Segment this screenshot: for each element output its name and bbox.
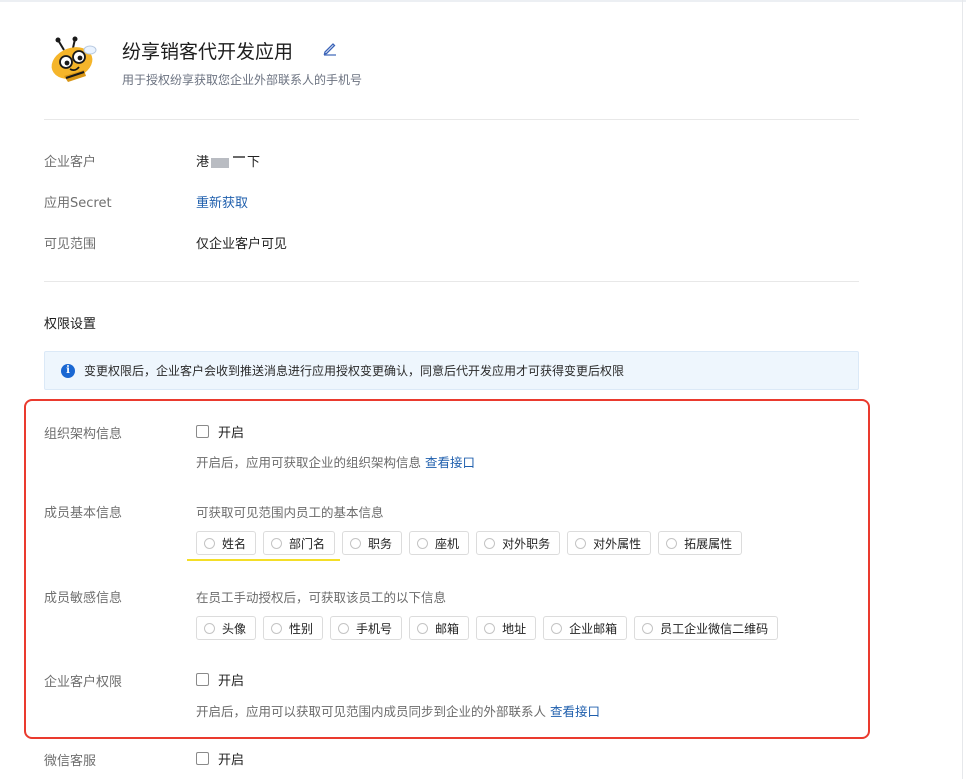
wechat-service-checkbox[interactable] (196, 752, 209, 765)
member-basic-options: 姓名 部门名 职务 座机 对外职务 对外属性 拓展属性 (196, 531, 743, 555)
option-label: 部门名 (289, 536, 326, 551)
radio-circle (350, 537, 362, 549)
option-external-attributes[interactable]: 对外属性 (567, 531, 652, 555)
customer-permission-checkbox[interactable] (196, 673, 209, 686)
radio-circle (551, 622, 563, 634)
enterprise-customer-value-suffix: 下 (247, 155, 261, 170)
option-label: 姓名 (222, 536, 247, 551)
notice-text: 变更权限后，企业客户会收到推送消息进行应用授权变更确认，同意后代开发应用才可获得… (84, 364, 625, 378)
divider (44, 281, 859, 282)
option-label: 性别 (289, 621, 314, 636)
member-sensitive-label: 成员敏感信息 (44, 591, 123, 606)
option-label: 地址 (502, 621, 527, 636)
app-description: 用于授权纷享获取您企业外部联系人的手机号 (122, 73, 363, 87)
org-structure-hint-text: 开启后，应用可获取企业的组织架构信息 (196, 455, 422, 470)
permissions-title: 权限设置 (44, 317, 97, 332)
customer-permission-label: 企业客户权限 (44, 675, 123, 690)
bee-mascot-icon (51, 36, 97, 82)
option-extended-attributes[interactable]: 拓展属性 (658, 531, 743, 555)
option-label: 座机 (435, 536, 460, 551)
highlight-underline (187, 559, 340, 561)
org-structure-hint: 开启后，应用可获取企业的组织架构信息 查看接口 (196, 452, 475, 471)
org-structure-api-link[interactable]: 查看接口 (425, 455, 475, 470)
customer-permission-hint-text: 开启后，应用可以获取可见范围内成员同步到企业的外部联系人 (196, 704, 547, 719)
radio-circle (204, 537, 215, 549)
option-enterprise-email[interactable]: 企业邮箱 (543, 616, 628, 640)
option-mobile[interactable]: 手机号 (330, 616, 403, 640)
org-structure-checkbox[interactable] (196, 425, 209, 438)
top-border (0, 0, 966, 2)
option-label: 对外属性 (593, 536, 642, 551)
radio-circle (484, 622, 496, 634)
option-external-position[interactable]: 对外职务 (476, 531, 561, 555)
radio-circle (417, 622, 429, 634)
enterprise-customer-value-prefix: 港 (196, 155, 210, 170)
radio-circle (417, 537, 429, 549)
app-secret-label: 应用Secret (44, 196, 112, 211)
member-basic-label: 成员基本信息 (44, 506, 123, 521)
enterprise-customer-label: 企业客户 (44, 155, 97, 170)
option-department[interactable]: 部门名 (263, 531, 336, 555)
org-structure-label: 组织架构信息 (44, 427, 123, 442)
option-gender[interactable]: 性别 (263, 616, 324, 640)
radio-circle (484, 537, 496, 549)
radio-circle (575, 537, 587, 549)
option-label: 头像 (222, 621, 247, 636)
option-position[interactable]: 职务 (342, 531, 403, 555)
redacted-block (211, 157, 230, 168)
radio-circle (271, 537, 283, 549)
highlight-box (24, 399, 870, 739)
member-sensitive-hint: 在员工手动授权后，可获取该员工的以下信息 (196, 590, 447, 605)
option-landline[interactable]: 座机 (409, 531, 470, 555)
customer-permission-api-link[interactable]: 查看接口 (550, 704, 600, 719)
radio-circle (338, 622, 350, 634)
option-wecom-qrcode[interactable]: 员工企业微信二维码 (634, 616, 779, 640)
visibility-label: 可见范围 (44, 237, 97, 252)
pencil-icon[interactable] (322, 40, 338, 56)
customer-permission-toggle[interactable]: 开启 (196, 670, 244, 689)
option-label: 手机号 (356, 621, 393, 636)
org-structure-toggle-label: 开启 (218, 426, 245, 441)
right-border (962, 0, 963, 779)
refetch-secret-link[interactable]: 重新获取 (196, 192, 248, 211)
visibility-value: 仅企业客户可见 (196, 237, 288, 252)
option-label: 企业邮箱 (569, 621, 618, 636)
option-label: 对外职务 (502, 536, 551, 551)
option-avatar[interactable]: 头像 (196, 616, 257, 640)
radio-circle (666, 537, 678, 549)
enterprise-customer-value: 港下 (196, 151, 260, 170)
radio-circle (204, 622, 215, 634)
app-title: 纷享销客代开发应用 (122, 41, 294, 63)
wechat-service-toggle[interactable]: 开启 (196, 749, 244, 768)
info-icon: i (61, 363, 75, 378)
radio-circle (271, 622, 283, 634)
customer-permission-toggle-label: 开启 (218, 674, 245, 689)
option-name[interactable]: 姓名 (196, 531, 257, 555)
org-structure-toggle[interactable]: 开启 (196, 422, 244, 441)
radio-circle (642, 622, 654, 634)
option-address[interactable]: 地址 (476, 616, 537, 640)
divider (44, 119, 859, 120)
member-sensitive-options: 头像 性别 手机号 邮箱 地址 企业邮箱 员工企业微信二维码 (196, 616, 779, 640)
option-email[interactable]: 邮箱 (409, 616, 470, 640)
option-label: 拓展属性 (684, 536, 733, 551)
redacted-block (233, 156, 246, 158)
option-label: 职务 (368, 536, 393, 551)
member-basic-hint: 可获取可见范围内员工的基本信息 (196, 505, 384, 520)
option-label: 邮箱 (435, 621, 460, 636)
wechat-service-toggle-label: 开启 (218, 753, 245, 768)
wechat-service-label: 微信客服 (44, 754, 97, 769)
customer-permission-hint: 开启后，应用可以获取可见范围内成员同步到企业的外部联系人 查看接口 (196, 701, 600, 720)
permission-change-notice: i 变更权限后，企业客户会收到推送消息进行应用授权变更确认，同意后代开发应用才可… (44, 351, 859, 390)
option-label: 员工企业微信二维码 (660, 621, 769, 636)
